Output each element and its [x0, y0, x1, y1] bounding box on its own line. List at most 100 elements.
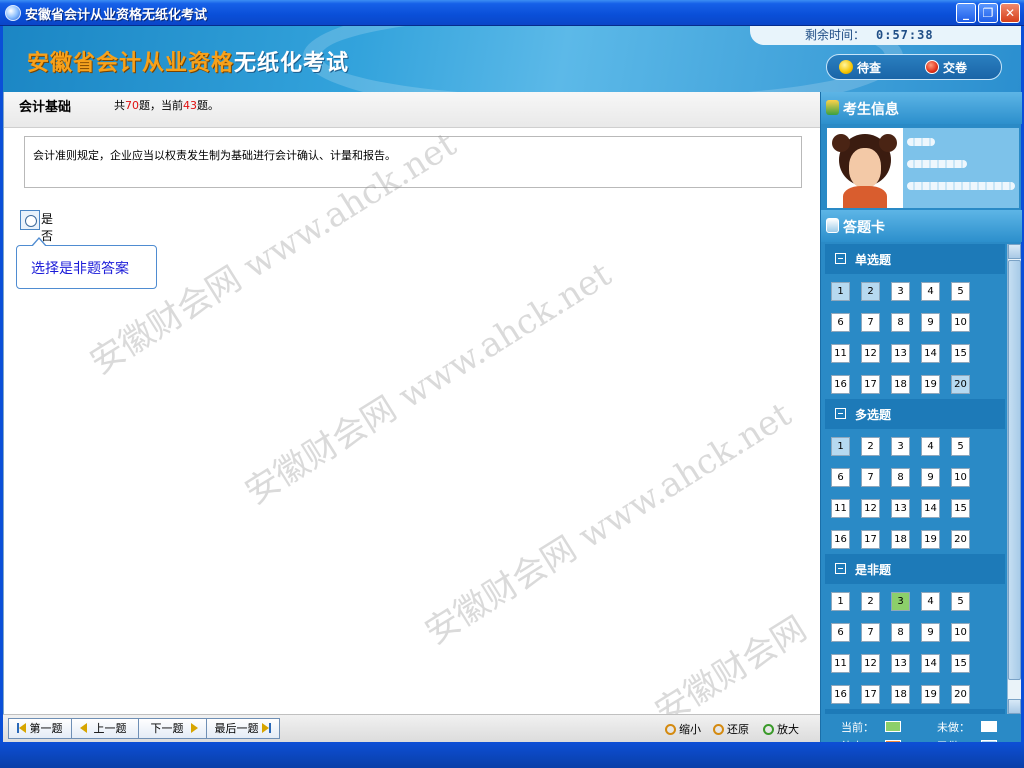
question-number-button[interactable]: 1: [831, 592, 850, 611]
question-number-button[interactable]: 2: [861, 437, 880, 456]
question-number-button[interactable]: 8: [891, 623, 910, 642]
question-number-button[interactable]: 6: [831, 468, 850, 487]
section-header-partial[interactable]: 计算分析: [825, 709, 1005, 714]
question-number-button[interactable]: 12: [861, 344, 880, 363]
question-number-button[interactable]: 10: [951, 313, 970, 332]
section-header[interactable]: 单选题: [825, 244, 1005, 274]
zoom-out-button[interactable]: 缩小: [665, 721, 701, 737]
question-number-button[interactable]: 5: [951, 437, 970, 456]
collapse-icon[interactable]: [835, 408, 846, 419]
question-number-button[interactable]: 13: [891, 654, 910, 673]
question-number-button[interactable]: 14: [921, 344, 940, 363]
section-title: 多选题: [855, 408, 892, 422]
restore-zoom-button[interactable]: 还原: [713, 721, 749, 737]
pending-review-button[interactable]: 待查: [839, 59, 881, 76]
question-area: 会计基础 共70题，当前43题。 会计准则规定，企业应当以权责发生制为基础进行会…: [3, 92, 820, 714]
question-number-button[interactable]: 12: [861, 654, 880, 673]
question-number-button[interactable]: 3: [891, 282, 910, 301]
question-number-button[interactable]: 8: [891, 468, 910, 487]
question-number-button[interactable]: 4: [921, 282, 940, 301]
question-number-button[interactable]: 9: [921, 468, 940, 487]
subject-name: 会计基础: [19, 100, 72, 115]
question-number-button[interactable]: 17: [861, 685, 880, 704]
question-number-button[interactable]: 12: [861, 499, 880, 518]
question-number-button[interactable]: 6: [831, 623, 850, 642]
question-number-button[interactable]: 15: [951, 499, 970, 518]
zoom-in-icon: [763, 724, 774, 735]
prev-question-button[interactable]: 上一题: [71, 719, 139, 738]
question-number-button[interactable]: 18: [891, 530, 910, 549]
exam-header: 安徽省会计从业资格无纸化考试 剩余时间： 0:57:38 待查 交卷: [3, 26, 1021, 92]
candidate-name-redacted: [907, 138, 935, 146]
legend-not-done-swatch: [981, 721, 997, 732]
question-number-button[interactable]: 9: [921, 313, 940, 332]
scroll-thumb[interactable]: [1008, 260, 1021, 680]
answer-card-scrollbar[interactable]: [1007, 244, 1021, 714]
question-number-button[interactable]: 2: [861, 592, 880, 611]
question-number-button[interactable]: 10: [951, 468, 970, 487]
side-panel: 考生信息 答题卡 单选题 1 2 3 4 5 6 7 8 9 10 11 12 13 14 15 16 17 18 1…: [820, 92, 1022, 753]
submit-exam-button[interactable]: 交卷: [925, 59, 967, 76]
collapse-icon[interactable]: [835, 563, 846, 574]
question-number-button[interactable]: 5: [951, 592, 970, 611]
next-icon: [190, 723, 198, 733]
question-number-button[interactable]: 13: [891, 499, 910, 518]
question-number-button[interactable]: 15: [951, 654, 970, 673]
legend-not-done-label: 未做：: [937, 721, 970, 734]
question-number-button[interactable]: 4: [921, 592, 940, 611]
question-number-button[interactable]: 19: [921, 375, 940, 394]
question-number-button[interactable]: 19: [921, 685, 940, 704]
last-question-button[interactable]: 最后一题: [206, 719, 279, 738]
question-number-button[interactable]: 1: [831, 282, 850, 301]
question-number-button[interactable]: 17: [861, 530, 880, 549]
question-number-button[interactable]: 5: [951, 282, 970, 301]
answer-card-header: 答题卡: [821, 210, 1022, 242]
question-number-button[interactable]: 14: [921, 654, 940, 673]
candidate-profile: [827, 128, 1019, 208]
question-number-button[interactable]: 11: [831, 344, 850, 363]
scroll-down-button[interactable]: [1008, 699, 1021, 714]
question-number-button[interactable]: 16: [831, 530, 850, 549]
question-number-button[interactable]: 8: [891, 313, 910, 332]
section-header[interactable]: 多选题: [825, 399, 1005, 429]
question-number-button[interactable]: 3: [891, 592, 910, 611]
question-number-button[interactable]: 9: [921, 623, 940, 642]
question-number-button[interactable]: 16: [831, 375, 850, 394]
subject-bar: 会计基础 共70题，当前43题。: [4, 92, 820, 128]
next-question-button[interactable]: 下一题: [139, 719, 207, 738]
question-number-button[interactable]: 6: [831, 313, 850, 332]
question-number-button[interactable]: 7: [861, 313, 880, 332]
zoom-out-icon: [665, 724, 676, 735]
question-number-button[interactable]: 3: [891, 437, 910, 456]
question-number-button[interactable]: 2: [861, 282, 880, 301]
first-question-button[interactable]: 第一题: [9, 719, 72, 738]
question-number-button[interactable]: 14: [921, 499, 940, 518]
question-number-button[interactable]: 1: [831, 437, 850, 456]
restore-button[interactable]: ❐: [978, 3, 998, 23]
question-count: 共70题，当前43题。: [114, 99, 219, 112]
question-number-button[interactable]: 7: [861, 468, 880, 487]
question-number-button[interactable]: 15: [951, 344, 970, 363]
zoom-in-button[interactable]: 放大: [763, 721, 799, 737]
question-number-button[interactable]: 20: [951, 375, 970, 394]
question-number-button[interactable]: 16: [831, 685, 850, 704]
minimize-button[interactable]: _: [956, 3, 976, 23]
close-button[interactable]: ✕: [1000, 3, 1020, 23]
legend-current-swatch: [885, 721, 901, 732]
question-number-button[interactable]: 7: [861, 623, 880, 642]
scroll-up-button[interactable]: [1008, 244, 1021, 259]
question-number-button[interactable]: 4: [921, 437, 940, 456]
question-number-button[interactable]: 11: [831, 654, 850, 673]
question-number-button[interactable]: 18: [891, 685, 910, 704]
question-number-button[interactable]: 18: [891, 375, 910, 394]
section-header[interactable]: 是非题: [825, 554, 1005, 584]
question-number-button[interactable]: 20: [951, 530, 970, 549]
collapse-icon[interactable]: [835, 253, 846, 264]
question-number-button[interactable]: 19: [921, 530, 940, 549]
question-number-button[interactable]: 10: [951, 623, 970, 642]
question-number-button[interactable]: 13: [891, 344, 910, 363]
question-number-button[interactable]: 17: [861, 375, 880, 394]
option-yes[interactable]: 是: [19, 210, 59, 230]
question-number-button[interactable]: 11: [831, 499, 850, 518]
question-number-button[interactable]: 20: [951, 685, 970, 704]
